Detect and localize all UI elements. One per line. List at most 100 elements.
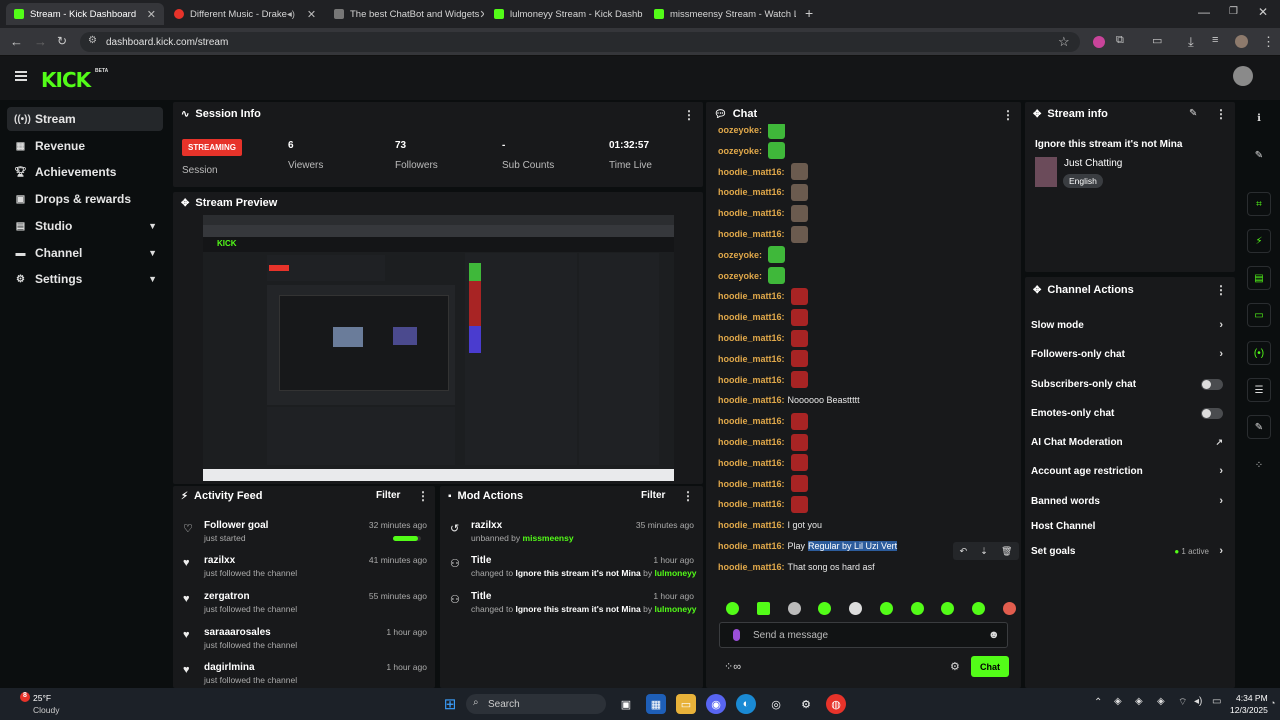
chat-message-input[interactable]: Send a message ☻ — [719, 622, 1008, 648]
emotes-only-toggle[interactable] — [1201, 407, 1223, 419]
apps-icon[interactable]: ⁘ — [1247, 453, 1271, 477]
list-icon[interactable]: ▤ — [1247, 266, 1271, 290]
sidebar-item-achievements[interactable]: 🏆︎ Achievements — [7, 160, 163, 184]
chat-username[interactable]: hoodie_matt16: — [718, 354, 785, 364]
chat-message[interactable]: hoodie_matt16: — [718, 162, 808, 182]
more-options-icon[interactable]: ⋮ — [1215, 107, 1227, 121]
chat-username[interactable]: hoodie_matt16: — [718, 167, 785, 177]
close-tab-icon[interactable]: ✕ — [479, 8, 484, 21]
chat-emote[interactable] — [790, 350, 808, 368]
more-options-icon[interactable]: ⋮ — [1002, 108, 1014, 122]
reply-icon[interactable]: ↶ — [960, 546, 968, 557]
chat-message[interactable]: hoodie_matt16: Play Regular by Lil Uzi Ver… — [718, 536, 898, 556]
speaker-icon[interactable]: ◂) — [287, 9, 295, 20]
emote-button[interactable] — [941, 602, 955, 615]
tray-app-icon[interactable]: ◈ — [1135, 696, 1143, 707]
chat-message[interactable]: hoodie_matt16: — [718, 453, 808, 473]
chat-username[interactable]: hoodie_matt16: — [718, 562, 785, 572]
chat-message[interactable]: oozeyoke: — [718, 245, 786, 265]
url-input[interactable]: ⚙ dashboard.kick.com/stream — [80, 32, 1080, 52]
emote-button[interactable] — [849, 602, 863, 615]
chat-message[interactable]: hoodie_matt16: — [718, 494, 808, 514]
wrench-icon[interactable]: ✎ — [1247, 415, 1271, 439]
reload-icon[interactable]: ↻ — [57, 34, 67, 48]
chat-emote[interactable] — [790, 454, 808, 472]
chat-emote[interactable] — [768, 267, 786, 285]
hamburger-menu-icon[interactable] — [15, 71, 27, 81]
maximize-icon[interactable]: ❐ — [1229, 6, 1238, 17]
chat-emote[interactable] — [790, 287, 808, 305]
chat-emote[interactable] — [790, 225, 808, 243]
close-tab-icon[interactable]: ✕ — [147, 8, 156, 21]
cast-icon[interactable]: ▭ — [1152, 34, 1162, 47]
chat-bubble-icon[interactable]: ▭ — [1247, 303, 1271, 327]
layout-icon[interactable]: ☰ — [1247, 378, 1271, 402]
site-settings-icon[interactable]: ⚙ — [88, 35, 97, 46]
edit-pencil-icon[interactable]: ✎ — [1247, 143, 1271, 167]
chat-username[interactable]: hoodie_matt16: — [718, 541, 785, 551]
tab-different-music[interactable]: Different Music - Drake ◂) ✕ — [166, 3, 324, 25]
tab-missmeensy-stream[interactable]: missmeensy Stream - Watch Li ✕ — [646, 3, 796, 25]
chat-username[interactable]: oozeyoke: — [718, 146, 762, 156]
extensions-puzzle-icon[interactable]: ⧉ — [1116, 34, 1124, 47]
subscribers-only-toggle[interactable] — [1201, 378, 1223, 390]
chat-username[interactable]: oozeyoke: — [718, 271, 762, 281]
chrome-icon[interactable]: ◍ — [826, 694, 846, 714]
minimize-icon[interactable]: — — [1198, 5, 1210, 19]
chat-message[interactable]: hoodie_matt16: — [718, 432, 808, 452]
tab-lulmoneyy-stream[interactable]: lulmoneyy Stream - Kick Dashb ✕ — [486, 3, 644, 25]
sidebar-item-channel[interactable]: ▬ Channel ▼ — [7, 241, 163, 265]
follower-name[interactable]: razilxx — [204, 555, 235, 566]
chat-message[interactable]: hoodie_matt16: — [718, 182, 808, 202]
task-view-icon[interactable]: ▣ — [616, 694, 636, 714]
follower-name[interactable]: zergatron — [204, 591, 250, 602]
mod-target[interactable]: razilxx — [471, 520, 502, 531]
chat-message[interactable]: hoodie_matt16: — [718, 411, 808, 431]
browser-menu-icon[interactable]: ⋮ — [1262, 34, 1275, 50]
chat-emote[interactable] — [768, 142, 786, 160]
chat-username[interactable]: oozeyoke: — [718, 250, 762, 260]
emote-button[interactable] — [910, 602, 924, 615]
battery-icon[interactable]: ▭ — [1212, 696, 1221, 707]
tab-kick-dashboard[interactable]: Stream - Kick Dashboard ✕ — [6, 3, 164, 25]
kick-logo[interactable]: KICK — [41, 68, 91, 92]
new-tab-icon[interactable]: + — [805, 5, 813, 21]
extension-icon[interactable] — [1093, 36, 1105, 48]
chat-message[interactable]: hoodie_matt16: I got you — [718, 515, 822, 535]
user-avatar[interactable] — [1233, 66, 1253, 86]
chat-username[interactable]: hoodie_matt16: — [718, 291, 785, 301]
clock-time[interactable]: 4:34 PM — [1236, 693, 1268, 703]
chat-emote[interactable] — [790, 329, 808, 347]
windows-start-icon[interactable]: ⊞ — [440, 694, 460, 714]
chat-message[interactable]: hoodie_matt16: — [718, 370, 808, 390]
pin-icon[interactable]: ⇣ — [980, 546, 988, 557]
chat-username[interactable]: oozeyoke: — [718, 125, 762, 135]
slow-mode-action[interactable]: Slow mode › — [1031, 315, 1227, 335]
chat-emote[interactable] — [790, 371, 808, 389]
emote-button[interactable] — [787, 602, 801, 615]
chat-username[interactable]: hoodie_matt16: — [718, 187, 785, 197]
chat-emote[interactable] — [790, 204, 808, 222]
forward-icon[interactable]: → — [34, 34, 47, 49]
edit-pencil-icon[interactable]: ✎ — [1189, 108, 1197, 119]
chat-message[interactable]: oozeyoke: — [718, 266, 786, 286]
chat-emote[interactable] — [790, 495, 808, 513]
broadcast-icon[interactable]: (•) — [1247, 341, 1271, 365]
gear-icon[interactable]: ⚙ — [950, 660, 960, 673]
followers-only-action[interactable]: Followers-only chat › — [1031, 344, 1227, 364]
emote-button[interactable] — [879, 602, 893, 615]
follower-name[interactable]: dagirlmina — [204, 662, 255, 673]
taskbar-search[interactable]: ⌕ Search — [466, 694, 606, 714]
chat-message-list[interactable]: oozeyoke: oozeyoke: hoodie_matt16: hoodie_m… — [706, 102, 1021, 602]
weather-widget[interactable]: 8 — [8, 692, 34, 716]
chat-message[interactable]: oozeyoke: — [718, 141, 786, 161]
category-name[interactable]: Just Chatting — [1064, 158, 1122, 169]
chat-emote[interactable] — [790, 163, 808, 181]
clip-icon[interactable]: ⌗ — [1247, 192, 1271, 216]
chat-message[interactable]: hoodie_matt16: — [718, 328, 808, 348]
chat-username[interactable]: hoodie_matt16: — [718, 416, 785, 426]
notification-bell-icon[interactable]: ◔ — [1270, 698, 1275, 708]
chat-username[interactable]: hoodie_matt16: — [718, 458, 785, 468]
chat-message[interactable]: hoodie_matt16: — [718, 349, 808, 369]
chat-emote[interactable] — [790, 433, 808, 451]
